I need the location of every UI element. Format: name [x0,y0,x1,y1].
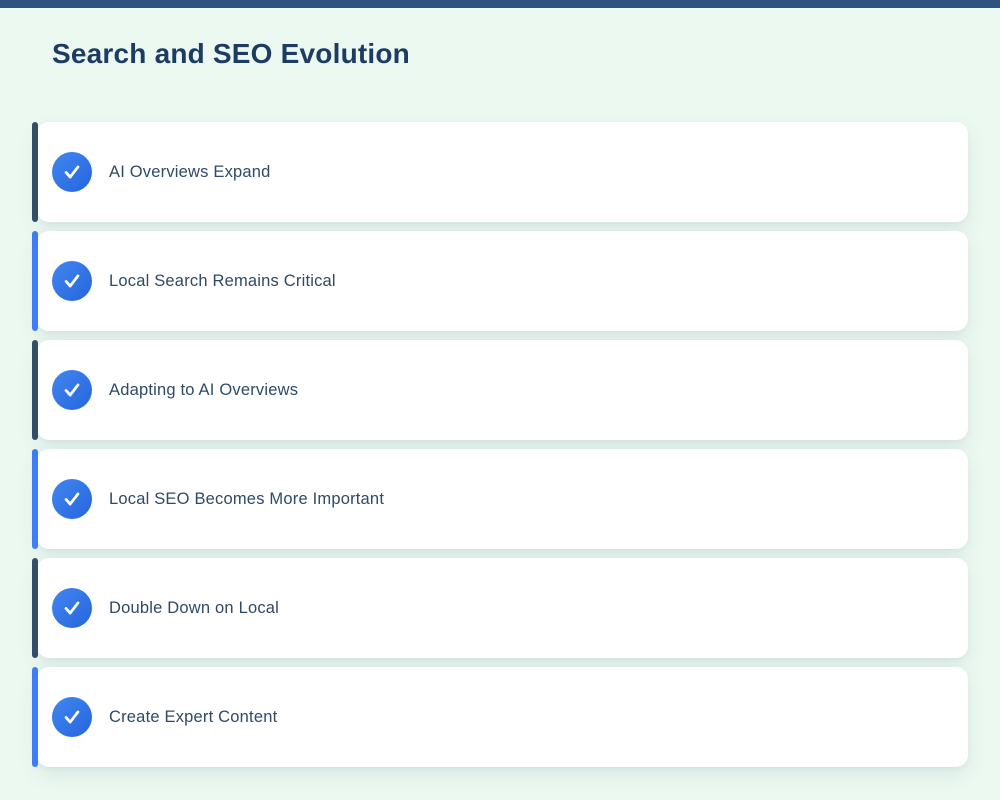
page-title: Search and SEO Evolution [52,38,1000,70]
list-item-label: Adapting to AI Overviews [109,381,298,400]
list-item[interactable]: Local SEO Becomes More Important [32,449,968,549]
accent-bar [32,122,38,222]
list-item-label: Local Search Remains Critical [109,272,336,291]
check-icon [52,261,92,301]
card-surface: Double Down on Local [37,558,968,658]
list-item-label: Double Down on Local [109,599,279,618]
accent-bar [32,667,38,767]
list-item[interactable]: Local Search Remains Critical [32,231,968,331]
card-surface: Adapting to AI Overviews [37,340,968,440]
card-surface: Local Search Remains Critical [37,231,968,331]
list-item[interactable]: AI Overviews Expand [32,122,968,222]
list-item[interactable]: Adapting to AI Overviews [32,340,968,440]
accent-bar [32,449,38,549]
list-item[interactable]: Double Down on Local [32,558,968,658]
card-surface: Local SEO Becomes More Important [37,449,968,549]
top-accent-bar [0,0,1000,8]
list-item-label: Local SEO Becomes More Important [109,490,384,509]
accent-bar [32,340,38,440]
check-icon [52,152,92,192]
card-list: AI Overviews Expand Local Search Remains… [32,122,968,776]
list-item-label: Create Expert Content [109,708,277,727]
check-icon [52,479,92,519]
accent-bar [32,231,38,331]
check-icon [52,370,92,410]
accent-bar [32,558,38,658]
list-item[interactable]: Create Expert Content [32,667,968,767]
list-item-label: AI Overviews Expand [109,163,271,182]
check-icon [52,697,92,737]
card-surface: Create Expert Content [37,667,968,767]
check-icon [52,588,92,628]
card-surface: AI Overviews Expand [37,122,968,222]
